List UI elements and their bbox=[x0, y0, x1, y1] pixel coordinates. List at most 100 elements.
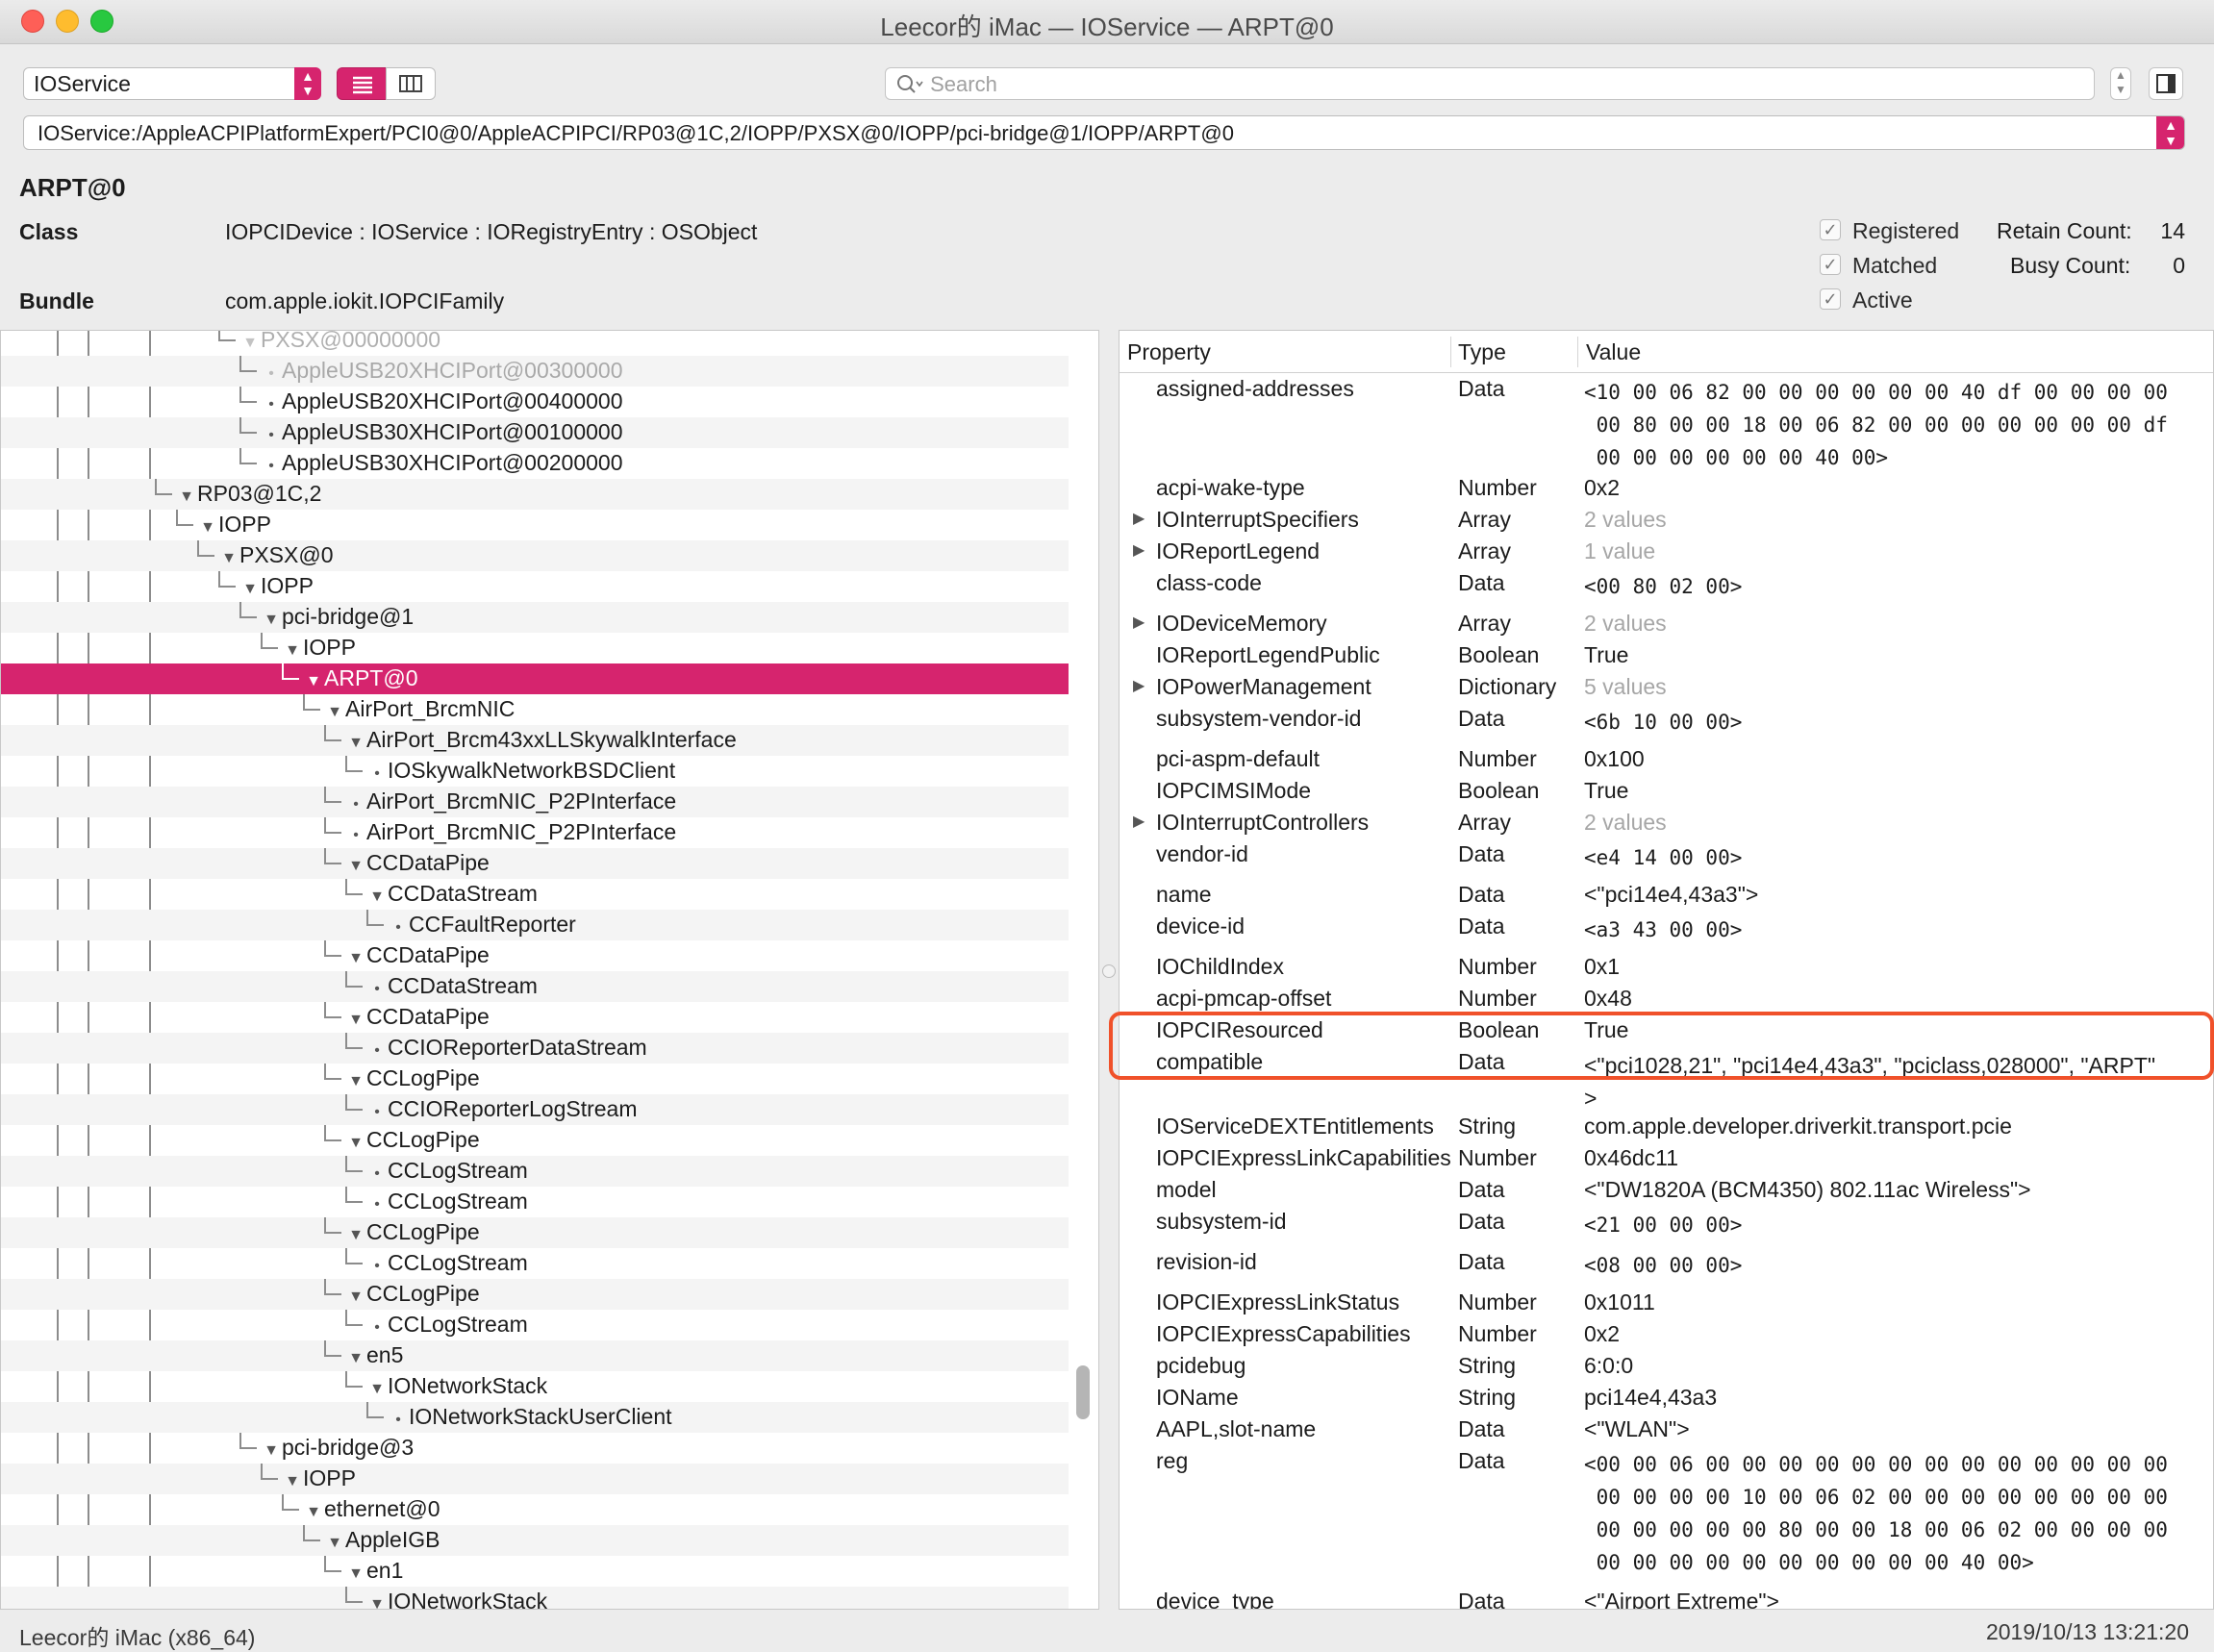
disclosure-triangle-icon[interactable]: ▼ bbox=[197, 519, 218, 537]
disclosure-triangle-icon[interactable]: ▼ bbox=[261, 1442, 282, 1460]
tree-row[interactable]: • CCLogStream bbox=[1, 1187, 1069, 1217]
property-row[interactable]: ▶ IOReportLegend Array 1 value bbox=[1120, 536, 2213, 567]
plane-select[interactable]: IOService ▲ ▼ bbox=[23, 67, 321, 100]
property-row[interactable]: class-code Data <00 80 02 00> bbox=[1120, 567, 2213, 608]
tree-row[interactable]: • AppleUSB30XHCIPort@00100000 bbox=[1, 417, 1069, 448]
tree-row[interactable]: ▼ CCLogPipe bbox=[1, 1217, 1069, 1248]
tree-row[interactable]: ▼ IONetworkStack bbox=[1, 1371, 1069, 1402]
disclosure-triangle-icon[interactable]: ▼ bbox=[345, 1012, 366, 1029]
tree-row[interactable]: • CCLogStream bbox=[1, 1310, 1069, 1340]
matched-checkbox[interactable]: ✓ bbox=[1820, 254, 1841, 275]
disclosure-triangle-icon[interactable]: ▼ bbox=[345, 1227, 366, 1244]
tree-row[interactable]: ▼ PXSX@0 bbox=[1, 540, 1069, 571]
property-row[interactable]: ▶ IOInterruptSpecifiers Array 2 values bbox=[1120, 504, 2213, 536]
disclosure-triangle-icon[interactable]: ▼ bbox=[345, 858, 366, 875]
disclosure-triangle-icon[interactable]: ▼ bbox=[303, 673, 324, 690]
disclosure-triangle-icon[interactable]: ▼ bbox=[345, 1565, 366, 1583]
property-row[interactable]: IOServiceDEXTEntitlements String com.apple… bbox=[1120, 1111, 2213, 1142]
property-row[interactable]: subsystem-id Data <21 00 00 00> bbox=[1120, 1206, 2213, 1246]
tree-row[interactable]: ▼ en1 bbox=[1, 1556, 1069, 1587]
property-row[interactable]: reg Data <00 00 06 00 00 00 00 00 00 00 00… bbox=[1120, 1445, 2213, 1586]
property-row[interactable]: IOPCIExpressLinkCapabilities Number 0x46dc… bbox=[1120, 1142, 2213, 1174]
tree-row[interactable]: ▼ CCDataPipe bbox=[1, 848, 1069, 879]
disclosure-triangle-icon[interactable]: ▼ bbox=[345, 1073, 366, 1090]
expand-triangle-icon[interactable]: ▶ bbox=[1133, 509, 1145, 528]
disclosure-triangle-icon[interactable]: ▼ bbox=[282, 1473, 303, 1490]
tree-row[interactable]: ▼ CCDataPipe bbox=[1, 1002, 1069, 1033]
tree-row[interactable]: ▼ IOPP bbox=[1, 571, 1069, 602]
tree-row[interactable]: • CCIOReporterLogStream bbox=[1, 1094, 1069, 1125]
list-view-button[interactable] bbox=[337, 67, 387, 100]
property-row[interactable]: subsystem-vendor-id Data <6b 10 00 00> bbox=[1120, 703, 2213, 743]
property-row[interactable]: IOChildIndex Number 0x1 bbox=[1120, 951, 2213, 983]
disclosure-triangle-icon[interactable]: ▼ bbox=[218, 550, 239, 567]
tree-row[interactable]: • AppleUSB20XHCIPort@00400000 bbox=[1, 387, 1069, 417]
disclosure-triangle-icon[interactable]: ▼ bbox=[345, 1350, 366, 1367]
tree-row[interactable]: • AirPort_BrcmNIC_P2PInterface bbox=[1, 817, 1069, 848]
disclosure-triangle-icon[interactable]: ▼ bbox=[345, 735, 366, 752]
property-row[interactable]: vendor-id Data <e4 14 00 00> bbox=[1120, 839, 2213, 879]
tree-row[interactable]: ▼ IOPP bbox=[1, 633, 1069, 663]
property-row[interactable]: AAPL,slot-name Data <"WLAN"> bbox=[1120, 1414, 2213, 1445]
property-row[interactable]: IOPCIExpressLinkStatus Number 0x1011 bbox=[1120, 1287, 2213, 1318]
property-row[interactable]: revision-id Data <08 00 00 00> bbox=[1120, 1246, 2213, 1287]
property-row[interactable]: ▶ IOPowerManagement Dictionary 5 values bbox=[1120, 671, 2213, 703]
search-field[interactable]: Search bbox=[885, 67, 2095, 100]
property-row[interactable]: pcidebug String 6:0:0 bbox=[1120, 1350, 2213, 1382]
property-row[interactable]: IOPCIExpressCapabilities Number 0x2 bbox=[1120, 1318, 2213, 1350]
tree-row[interactable]: • IOSkywalkNetworkBSDClient bbox=[1, 756, 1069, 787]
tree-row[interactable]: • AppleUSB30XHCIPort@00200000 bbox=[1, 448, 1069, 479]
tree-row[interactable]: ▼ IOPP bbox=[1, 510, 1069, 540]
property-row[interactable]: IOName String pci14e4,43a3 bbox=[1120, 1382, 2213, 1414]
property-row[interactable]: ▶ IODeviceMemory Array 2 values bbox=[1120, 608, 2213, 639]
inspector-button[interactable] bbox=[2149, 67, 2183, 100]
disclosure-triangle-icon[interactable]: ▼ bbox=[239, 335, 261, 352]
property-row[interactable]: assigned-addresses Data <10 00 06 82 00 00… bbox=[1120, 373, 2213, 472]
tree-row[interactable]: • CCLogStream bbox=[1, 1248, 1069, 1279]
disclosure-triangle-icon[interactable]: ▼ bbox=[366, 1381, 388, 1398]
tree-row[interactable]: ▼ RP03@1C,2 bbox=[1, 479, 1069, 510]
tree-row[interactable]: ▼ AirPort_Brcm43xxLLSkywalkInterface bbox=[1, 725, 1069, 756]
type-column-header[interactable]: Type bbox=[1458, 339, 1506, 365]
tree-row[interactable]: ▼ PXSX@00000000 bbox=[1, 331, 1069, 356]
active-checkbox[interactable]: ✓ bbox=[1820, 288, 1841, 310]
tree-row[interactable]: ▼ CCLogPipe bbox=[1, 1279, 1069, 1310]
tree-row[interactable]: ▼ CCLogPipe bbox=[1, 1064, 1069, 1094]
tree-row[interactable]: ▼ CCDataStream bbox=[1, 879, 1069, 910]
column-view-button[interactable] bbox=[386, 67, 436, 100]
expand-triangle-icon[interactable]: ▶ bbox=[1133, 540, 1145, 560]
tree-row[interactable]: • CCIOReporterDataStream bbox=[1, 1033, 1069, 1064]
tree-row[interactable]: ▼ ethernet@0 bbox=[1, 1494, 1069, 1525]
tree-row[interactable]: ▼ pci-bridge@1 bbox=[1, 602, 1069, 633]
tree-row[interactable]: ▼ en5 bbox=[1, 1340, 1069, 1371]
expand-triangle-icon[interactable]: ▶ bbox=[1133, 676, 1145, 695]
tree-row[interactable]: ▼ CCLogPipe bbox=[1, 1125, 1069, 1156]
property-table[interactable]: Property Type Value assigned-addresses Da… bbox=[1119, 330, 2214, 1610]
tree-row[interactable]: • IONetworkStackUserClient bbox=[1, 1402, 1069, 1433]
tree-row[interactable]: ▼ pci-bridge@3 bbox=[1, 1433, 1069, 1464]
property-row[interactable]: device_type Data <"Airport Extreme"> bbox=[1120, 1586, 2213, 1609]
tree-row[interactable]: ▼ IONetworkStack bbox=[1, 1587, 1069, 1609]
property-row[interactable]: acpi-wake-type Number 0x2 bbox=[1120, 472, 2213, 504]
registry-tree[interactable]: ▼ PXSX@00000000 • AppleUSB20XHCIPort@003000… bbox=[0, 330, 1099, 1610]
tree-row[interactable]: • CCLogStream bbox=[1, 1156, 1069, 1187]
disclosure-triangle-icon[interactable]: ▼ bbox=[239, 581, 261, 598]
disclosure-triangle-icon[interactable]: ▼ bbox=[345, 1289, 366, 1306]
property-row[interactable]: IOPCIMSIMode Boolean True bbox=[1120, 775, 2213, 807]
property-row[interactable]: acpi-pmcap-offset Number 0x48 bbox=[1120, 983, 2213, 1014]
property-row[interactable]: name Data <"pci14e4,43a3"> bbox=[1120, 879, 2213, 911]
tree-row[interactable]: • AppleUSB20XHCIPort@00300000 bbox=[1, 356, 1069, 387]
disclosure-triangle-icon[interactable]: ▼ bbox=[176, 488, 197, 506]
disclosure-triangle-icon[interactable]: ▼ bbox=[345, 950, 366, 967]
divider-handle-icon[interactable] bbox=[1102, 964, 1116, 978]
disclosure-triangle-icon[interactable]: ▼ bbox=[324, 1535, 345, 1552]
tree-row[interactable]: • CCFaultReporter bbox=[1, 910, 1069, 940]
disclosure-triangle-icon[interactable]: ▼ bbox=[324, 704, 345, 721]
tree-row[interactable]: ▼ AirPort_BrcmNIC bbox=[1, 694, 1069, 725]
disclosure-triangle-icon[interactable]: ▼ bbox=[345, 1135, 366, 1152]
disclosure-triangle-icon[interactable]: ▼ bbox=[366, 889, 388, 906]
property-row[interactable]: ▶ IOInterruptControllers Array 2 values bbox=[1120, 807, 2213, 839]
tree-row[interactable]: • CCDataStream bbox=[1, 971, 1069, 1002]
path-field[interactable]: IOService:/AppleACPIPlatformExpert/PCI0@… bbox=[23, 115, 2185, 150]
property-row[interactable]: device-id Data <a3 43 00 00> bbox=[1120, 911, 2213, 951]
